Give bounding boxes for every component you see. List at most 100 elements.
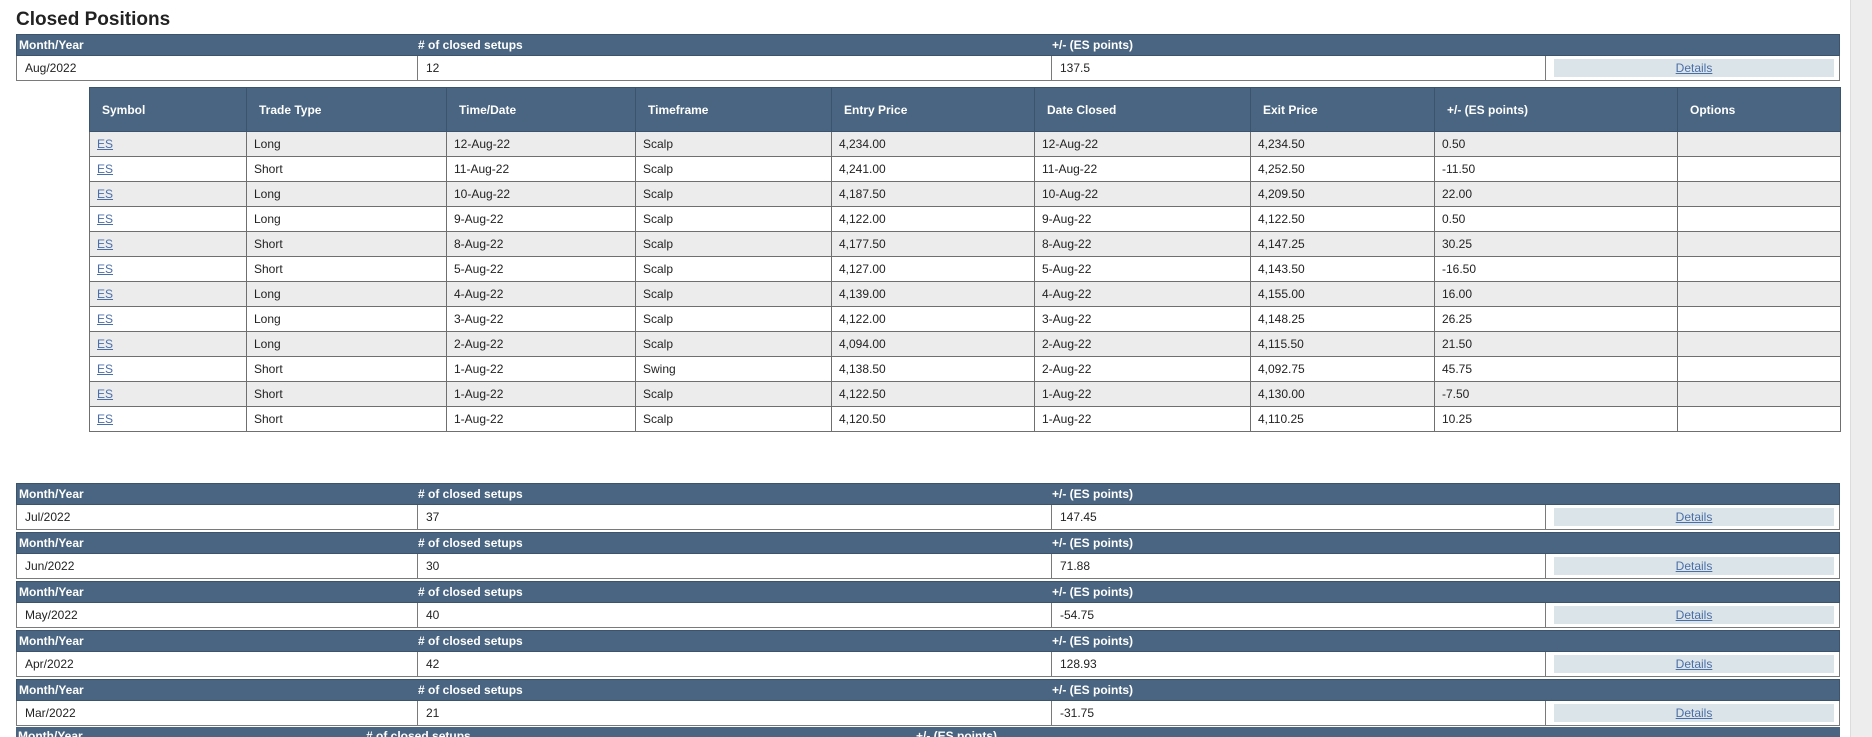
timeframe-cell: Scalp	[635, 156, 832, 182]
options-cell	[1677, 381, 1841, 407]
time-date-cell: 11-Aug-22	[446, 156, 636, 182]
header-closed-setups: # of closed setups	[418, 487, 523, 501]
options-cell	[1677, 406, 1841, 432]
symbol-cell: ES	[89, 306, 247, 332]
month-summary-header: Month/Year # of closed setups +/- (ES po…	[16, 483, 1840, 505]
header-es-points: +/- (ES points)	[1052, 487, 1133, 501]
symbol-link[interactable]: ES	[97, 337, 113, 351]
symbol-link[interactable]: ES	[97, 387, 113, 401]
points-cell: 16.00	[1434, 281, 1678, 307]
entry-price-cell: 4,177.50	[831, 231, 1035, 257]
options-cell	[1677, 181, 1841, 207]
entry-price-cell: 4,122.00	[831, 206, 1035, 232]
time-date-cell: 8-Aug-22	[446, 231, 636, 257]
entry-price-cell: 4,138.50	[831, 356, 1035, 382]
details-button-mar-2022[interactable]: Details	[1554, 704, 1834, 722]
exit-price-cell: 4,115.50	[1250, 331, 1435, 357]
points-value: 137.5	[1051, 56, 1545, 80]
date-closed-cell: 12-Aug-22	[1034, 131, 1251, 157]
symbol-link[interactable]: ES	[97, 362, 113, 376]
header-es-points: +/- (ES points)	[1052, 585, 1133, 599]
col-timeframe: Timeframe	[635, 87, 832, 132]
month-value: Mar/2022	[25, 706, 76, 720]
date-closed-cell: 1-Aug-22	[1034, 406, 1251, 432]
month-summary-row: Mar/2022 21 -31.75 Details	[16, 701, 1840, 726]
col-date-closed: Date Closed	[1034, 87, 1251, 132]
entry-price-cell: 4,234.00	[831, 131, 1035, 157]
date-closed-cell: 9-Aug-22	[1034, 206, 1251, 232]
points-value: 71.88	[1051, 554, 1545, 578]
header-es-points: +/- (ES points)	[916, 729, 997, 737]
details-cell: Details	[1545, 505, 1841, 529]
col-trade-type: Trade Type	[246, 87, 447, 132]
header-closed-setups: # of closed setups	[418, 634, 523, 648]
symbol-link[interactable]: ES	[97, 312, 113, 326]
month-summary-header: Month/Year # of closed setups +/- (ES po…	[16, 679, 1840, 701]
trade-type-cell: Short	[246, 256, 447, 282]
date-closed-cell: 2-Aug-22	[1034, 356, 1251, 382]
table-row: ES Long 9-Aug-22 Scalp 4,122.00 9-Aug-22 4,122…	[89, 206, 1841, 232]
col-exit-price: Exit Price	[1250, 87, 1435, 132]
exit-price-cell: 4,122.50	[1250, 206, 1435, 232]
points-cell: 10.25	[1434, 406, 1678, 432]
symbol-link[interactable]: ES	[97, 137, 113, 151]
month-summary-aug-2022: Month/Year # of closed setups +/- (ES po…	[16, 34, 1840, 81]
table-row: ES Long 4-Aug-22 Scalp 4,139.00 4-Aug-22 4,155…	[89, 281, 1841, 307]
col-options: Options	[1677, 87, 1841, 132]
points-cell: 45.75	[1434, 356, 1678, 382]
month-summary-header: Month/Year # of closed setups +/- (ES po…	[16, 630, 1840, 652]
time-date-cell: 1-Aug-22	[446, 356, 636, 382]
time-date-cell: 3-Aug-22	[446, 306, 636, 332]
details-button-jul-2022[interactable]: Details	[1554, 508, 1834, 526]
symbol-cell: ES	[89, 406, 247, 432]
time-date-cell: 12-Aug-22	[446, 131, 636, 157]
month-value: Jun/2022	[25, 559, 75, 573]
header-month-year: Month/Year	[18, 729, 83, 737]
entry-price-cell: 4,139.00	[831, 281, 1035, 307]
month-summary-row: Jul/2022 37 147.45 Details	[16, 505, 1840, 530]
symbol-link[interactable]: ES	[97, 237, 113, 251]
points-cell: 26.25	[1434, 306, 1678, 332]
vertical-scrollbar[interactable]	[1850, 0, 1872, 737]
col-time-date: Time/Date	[446, 87, 636, 132]
col-symbol: Symbol	[89, 87, 247, 132]
points-cell: 0.50	[1434, 131, 1678, 157]
header-month-year: Month/Year	[19, 487, 84, 501]
symbol-link[interactable]: ES	[97, 212, 113, 226]
details-button-jun-2022[interactable]: Details	[1554, 557, 1834, 575]
entry-price-cell: 4,241.00	[831, 156, 1035, 182]
date-closed-cell: 3-Aug-22	[1034, 306, 1251, 332]
symbol-cell: ES	[89, 381, 247, 407]
date-closed-cell: 10-Aug-22	[1034, 181, 1251, 207]
points-cell: -16.50	[1434, 256, 1678, 282]
symbol-link[interactable]: ES	[97, 187, 113, 201]
symbol-link[interactable]: ES	[97, 162, 113, 176]
symbol-link[interactable]: ES	[97, 412, 113, 426]
header-es-points: +/- (ES points)	[1052, 536, 1133, 550]
month-summary-apr-2022: Month/Year # of closed setups +/- (ES po…	[16, 630, 1840, 677]
exit-price-cell: 4,148.25	[1250, 306, 1435, 332]
details-button-apr-2022[interactable]: Details	[1554, 655, 1834, 673]
symbol-link[interactable]: ES	[97, 287, 113, 301]
table-row: ES Short 1-Aug-22 Scalp 4,122.50 1-Aug-22 4,13…	[89, 381, 1841, 407]
trade-type-cell: Long	[246, 206, 447, 232]
trade-type-cell: Short	[246, 406, 447, 432]
month-summary-jun-2022: Month/Year # of closed setups +/- (ES po…	[16, 532, 1840, 579]
points-cell: -7.50	[1434, 381, 1678, 407]
trades-table-header: Symbol Trade Type Time/Date Timeframe En…	[89, 87, 1841, 132]
timeframe-cell: Scalp	[635, 331, 832, 357]
symbol-link[interactable]: ES	[97, 262, 113, 276]
header-closed-setups: # of closed setups	[418, 683, 523, 697]
month-summary-jul-2022: Month/Year # of closed setups +/- (ES po…	[16, 483, 1840, 530]
exit-price-cell: 4,252.50	[1250, 156, 1435, 182]
details-button-aug-2022[interactable]: Details	[1554, 59, 1834, 77]
month-summary-may-2022: Month/Year # of closed setups +/- (ES po…	[16, 581, 1840, 628]
timeframe-cell: Swing	[635, 356, 832, 382]
table-row: ES Short 1-Aug-22 Scalp 4,120.50 1-Aug-22 4,11…	[89, 406, 1841, 432]
timeframe-cell: Scalp	[635, 306, 832, 332]
details-button-may-2022[interactable]: Details	[1554, 606, 1834, 624]
table-row: ES Long 3-Aug-22 Scalp 4,122.00 3-Aug-22 4,148…	[89, 306, 1841, 332]
exit-price-cell: 4,209.50	[1250, 181, 1435, 207]
timeframe-cell: Scalp	[635, 256, 832, 282]
time-date-cell: 1-Aug-22	[446, 406, 636, 432]
